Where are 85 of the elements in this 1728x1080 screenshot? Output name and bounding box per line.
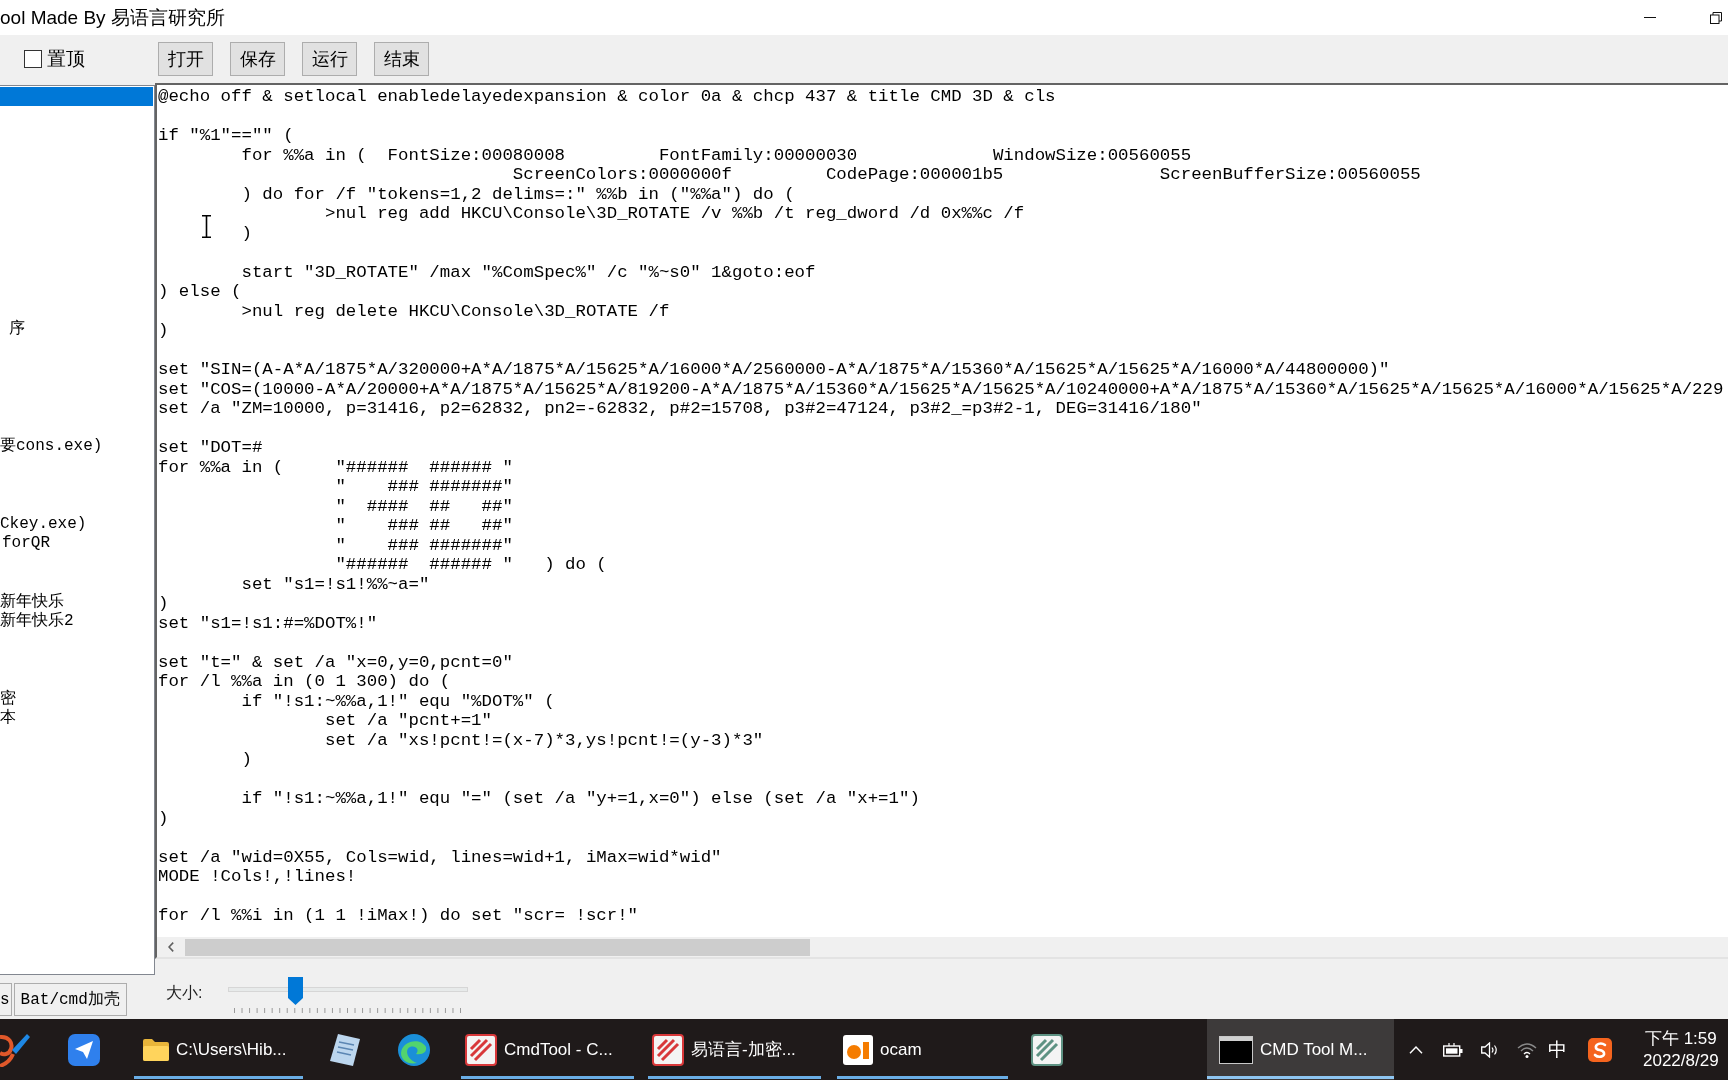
code-line: set "s1=!s1!%%~a=" xyxy=(241,574,430,594)
window-title: ool Made By 易语言研究所 xyxy=(0,5,225,30)
code-line: start "3D_ROTATE" /max "%ComSpec%" /c "%~s0" 1&goto:eof xyxy=(241,262,816,282)
restore-icon[interactable] xyxy=(1710,11,1722,24)
code-line: if "%1"=="" ( xyxy=(158,126,294,146)
code-line: ScreenColors:0000000f CodePage:000001b5 ScreenBufferSize:00560055 xyxy=(512,165,1421,185)
slider-label: 大小: xyxy=(166,983,203,1003)
minimize-icon[interactable] xyxy=(1644,16,1656,19)
code-line: >nul reg delete HKCU\Console\3D_ROTATE /f xyxy=(241,301,670,321)
list-item[interactable]: 新年快乐2 xyxy=(0,612,74,632)
taskbar-button[interactable]: C:\Users\Hib... xyxy=(134,1019,303,1080)
code-line: for /l %%a in (0 1 300) do ( xyxy=(158,672,451,692)
scissors-icon[interactable] xyxy=(0,1032,30,1067)
console-window-icon xyxy=(1219,1035,1253,1064)
code-line: " ### #######" xyxy=(335,535,513,555)
code-line: if "!s1:~%%a,1!" equ "%DOT%" ( xyxy=(241,691,555,711)
scrollbar-thumb[interactable] xyxy=(185,938,810,956)
list-item[interactable] xyxy=(0,87,153,107)
code-line: set /a "pcnt+=1" xyxy=(324,711,492,731)
code-line: @echo off & setlocal enabledelayedexpansion & color 0a & chcp 437 & title CMD 3D & cls xyxy=(158,87,1056,107)
code-line: MODE !Cols!,!lines! xyxy=(158,867,357,887)
tab[interactable]: Bat/cmd加壳 xyxy=(13,983,127,1016)
list-item[interactable]: 密 xyxy=(0,689,16,710)
code-line: set "SIN=(A-A*A/1875*A/320000+A*A/1875*A/15625*A/16000*A/2560000-A*A/1875*A/15360*A/15625*A/15625*A/16000*A/44800000)" xyxy=(158,360,1390,380)
list-item[interactable]: 本 xyxy=(0,709,16,729)
code-line: set "COS=(10000-A*A/20000+A*A/1875*A/15625*A/819200-A*A/1875*A/15360*A/15625*A/15625*A/10240000+A*A/1875*A/15360*A/15625*A/15625*A/16000*A/15625*A/229 xyxy=(158,379,1724,399)
slider-thumb[interactable] xyxy=(287,977,303,1005)
code-line: ) do for /f "tokens=1,2 delims=:" %%b in ("%%a") do ( xyxy=(241,184,795,204)
taskbar-button[interactable]: CMD Tool M... xyxy=(1207,1019,1394,1080)
taskbar-button[interactable]: CmdTool - C... xyxy=(461,1019,634,1080)
text-cursor-icon xyxy=(202,215,211,238)
code-line: ) xyxy=(241,223,252,243)
code-line: set /a "ZM=10000, p=31416, p2=62832, pn2=-62832, p#2=15708, p3#2=47124, p3#2_=p3#2-1, DEG=31416/180" xyxy=(158,399,1202,419)
code-line: ) xyxy=(158,321,169,341)
code-line: " ### #######" xyxy=(335,477,513,497)
folder-icon xyxy=(143,1038,169,1061)
toolbar-button[interactable]: 打开 xyxy=(158,42,213,76)
taskbar-button[interactable]: ocam xyxy=(837,1019,1008,1080)
code-line: if "!s1:~%%a,1!" equ "=" (set /a "y+=1,x=0") else (set /a "x+=1") xyxy=(241,789,920,809)
swirl-icon[interactable] xyxy=(398,1033,430,1066)
taskbar-button[interactable]: 易语言-加密... xyxy=(648,1019,821,1080)
code-line: ) xyxy=(158,594,169,614)
code-line: >nul reg add HKCU\Console\3D_ROTATE /v %%b /t reg_dword /d 0x%%c /f xyxy=(324,204,1025,224)
code-line: for /l %%i in (1 1 !iMax!) do set "scr= !scr!" xyxy=(158,906,639,926)
record-icon xyxy=(843,1034,873,1065)
checkbox-label[interactable]: 置顶 xyxy=(47,47,85,71)
notepad-icon[interactable] xyxy=(330,1033,360,1066)
list-item[interactable]: 要cons.exe) xyxy=(0,437,103,457)
code-line: set "t=" & set /a "x=0,y=0,pcnt=0" xyxy=(158,652,513,672)
speaker-icon[interactable] xyxy=(1480,1041,1499,1058)
code-editor[interactable] xyxy=(155,83,1728,959)
clock-date[interactable]: 2022/8/29 xyxy=(1643,1050,1719,1071)
code-line: " ### ## ##" xyxy=(335,516,513,536)
toolbar-button[interactable]: 结束 xyxy=(374,42,429,76)
tab[interactable]: s xyxy=(0,983,12,1016)
pin-checkbox[interactable] xyxy=(24,50,42,68)
code-line: "###### ###### " ) do ( xyxy=(335,555,607,575)
battery-icon[interactable] xyxy=(1442,1042,1463,1057)
code-line: ) else ( xyxy=(158,282,242,302)
code-line: set /a "xs!pcnt!=(x-7)*3,ys!pcnt!=(y-3)*3" xyxy=(324,730,764,750)
stamp-icon[interactable] xyxy=(1031,1033,1063,1066)
stamp-icon xyxy=(465,1033,497,1066)
list-item[interactable]: 序 xyxy=(9,320,25,340)
code-line: for %%a in ( FontSize:00080008 FontFamily:00000030 WindowSize:00560055 xyxy=(241,145,1192,165)
list-item[interactable]: Ckey.exe) xyxy=(0,514,87,535)
ime-indicator[interactable]: 中 xyxy=(1548,1038,1567,1061)
toolbar-button[interactable]: 保存 xyxy=(230,42,285,76)
clock-time[interactable]: 下午 1:59 xyxy=(1644,1028,1717,1049)
code-line: for %%a in ( "###### ###### " xyxy=(158,457,513,477)
stamp-icon xyxy=(652,1033,684,1066)
chevron-up-icon[interactable] xyxy=(1408,1045,1423,1054)
toolbar-button[interactable]: 运行 xyxy=(302,42,357,76)
code-line: set "s1=!s1:#=%DOT%!" xyxy=(158,613,378,633)
list-item[interactable]: forQR xyxy=(2,534,50,554)
code-line: ) xyxy=(158,808,169,828)
wifi-icon[interactable] xyxy=(1516,1041,1537,1058)
code-line: ) xyxy=(241,750,252,770)
code-line: set /a "wid=0X55, Cols=wid, lines=wid+1, iMax=wid*wid" xyxy=(158,847,722,867)
paper-plane-icon[interactable] xyxy=(68,1033,100,1066)
slider-ticks-icon xyxy=(234,1008,463,1013)
scroll-left-icon[interactable] xyxy=(168,942,174,952)
code-line: set "DOT=# xyxy=(158,438,263,458)
code-line: " #### ## ##" xyxy=(335,496,513,516)
horizontal-scrollbar[interactable] xyxy=(157,937,1728,957)
ime-logo-icon[interactable] xyxy=(1588,1037,1612,1062)
